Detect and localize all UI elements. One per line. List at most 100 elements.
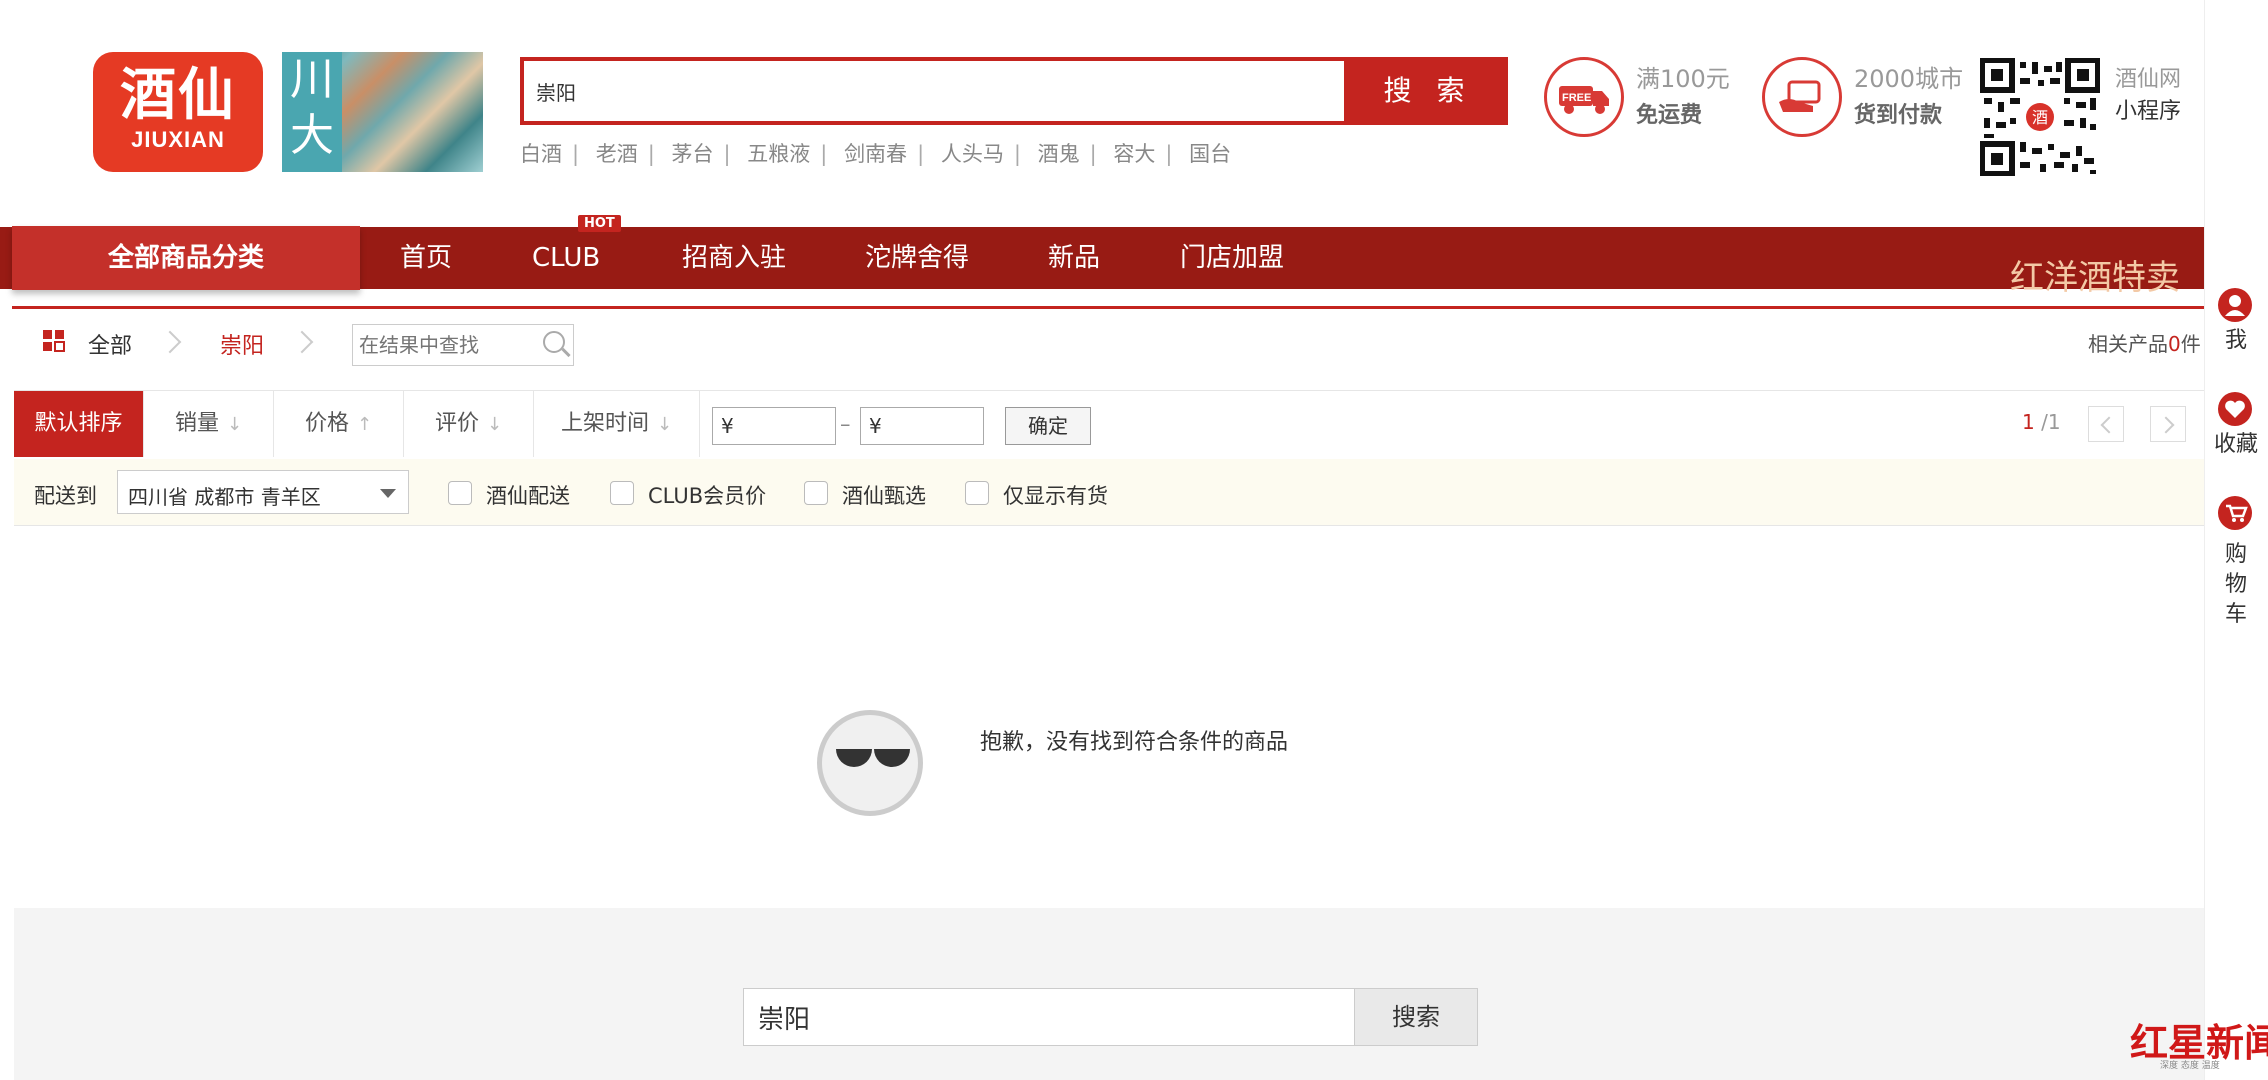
page-info: 1 /1 — [2022, 410, 2061, 434]
search-input[interactable] — [524, 61, 1344, 121]
checkbox-jiuxian-delivery[interactable] — [448, 481, 472, 505]
all-categories-button[interactable]: 全部商品分类 — [12, 226, 360, 290]
filter-results-input[interactable] — [353, 325, 531, 365]
arrow-down-icon: ↓ — [226, 414, 243, 435]
hot-word[interactable]: 白酒 — [520, 142, 562, 166]
price-min-input[interactable] — [739, 410, 833, 444]
related-suffix: 件 — [2180, 332, 2201, 356]
region-value: 四川省 成都市 青羊区 — [128, 485, 321, 509]
logo-cn: 酒仙 — [120, 62, 236, 128]
nav-promo-banner[interactable]: 红洋酒特卖 — [2010, 250, 2180, 299]
mini-program-label: 酒仙网 小程序 — [2115, 64, 2181, 128]
free-shipping-promo[interactable]: FREE 满100元 免运费 — [1544, 57, 1744, 141]
nav-tuopai[interactable]: 沱牌舍得 — [865, 227, 969, 289]
sort-rating[interactable]: 评价 ↓ — [404, 391, 534, 457]
sidebar-cart[interactable]: 购物车 — [2204, 540, 2268, 630]
hot-word[interactable]: 酒鬼 — [1038, 142, 1080, 166]
sort-listing-time[interactable]: 上架时间 ↓ — [534, 391, 700, 457]
truck-icon: FREE — [1544, 57, 1624, 137]
chevron-right-icon — [158, 330, 182, 354]
promo2-line1: 2000城市 — [1854, 65, 1964, 93]
chevron-right-icon — [2157, 416, 2175, 434]
related-count: 相关产品0件 — [2088, 328, 2201, 357]
price-max-field[interactable]: ¥ — [860, 407, 984, 445]
heart-icon[interactable] — [2218, 392, 2252, 426]
nav-home[interactable]: 首页 — [400, 227, 452, 289]
promo1-line1: 满100元 — [1636, 65, 1730, 93]
hot-word[interactable]: 人头马 — [941, 142, 1004, 166]
hot-word[interactable]: 老酒 — [596, 142, 638, 166]
page-current: 1 — [2022, 410, 2035, 434]
yuan-symbol: ¥ — [869, 414, 882, 438]
nav-merchant[interactable]: 招商入驻 — [682, 227, 786, 289]
ad-banner[interactable]: 川大 — [282, 52, 483, 172]
sort-sales-label: 销量 — [174, 411, 219, 436]
sort-price-label: 价格 — [304, 411, 349, 436]
qr-label-2: 小程序 — [2115, 99, 2182, 124]
promo1-line2: 免运费 — [1636, 103, 1703, 128]
search-field[interactable] — [520, 57, 1348, 125]
nav-franchise[interactable]: 门店加盟 — [1180, 227, 1284, 289]
grid-icon — [43, 330, 65, 352]
arrow-down-icon: ↓ — [656, 414, 673, 435]
sort-rating-label: 评价 — [434, 411, 479, 436]
price-confirm-button[interactable]: 确定 — [1005, 407, 1091, 445]
dropdown-arrow-icon — [380, 489, 396, 498]
logo-en: JIUXIAN — [131, 127, 225, 152]
sort-default[interactable]: 默认排序 — [14, 391, 144, 457]
search-icon[interactable] — [543, 331, 565, 353]
hot-word[interactable]: 五粮液 — [747, 142, 810, 166]
nav-club[interactable]: CLUB — [532, 227, 600, 289]
bottom-search-button[interactable]: 搜索 — [1354, 988, 1478, 1046]
hot-word[interactable]: 茅台 — [672, 142, 714, 166]
price-max-input[interactable] — [887, 410, 981, 444]
checkbox-label[interactable]: 酒仙配送 — [486, 480, 570, 510]
next-page-button[interactable] — [2150, 406, 2186, 442]
arrow-up-icon: ↑ — [356, 414, 373, 435]
breadcrumb-current[interactable]: 崇阳 — [220, 328, 264, 359]
price-min-field[interactable]: ¥ — [712, 407, 836, 445]
user-icon[interactable] — [2218, 288, 2252, 322]
checkbox-label[interactable]: CLUB会员价 — [648, 480, 766, 510]
chevron-left-icon — [2100, 416, 2118, 434]
cod-promo[interactable]: 2000城市 货到付款 — [1762, 57, 1964, 141]
sort-time-label: 上架时间 — [560, 411, 649, 436]
arrow-down-icon: ↓ — [486, 414, 503, 435]
search-button[interactable]: 搜 索 — [1348, 57, 1508, 125]
checkbox-club-price[interactable] — [610, 481, 634, 505]
sad-face-icon — [817, 710, 923, 816]
jiuxian-logo[interactable]: 酒仙 JIUXIAN — [93, 52, 263, 172]
sidebar-me[interactable]: 我 — [2204, 326, 2268, 356]
chevron-right-icon — [290, 330, 314, 354]
region-select[interactable]: 四川省 成都市 青羊区 — [117, 470, 409, 514]
banner-text: 川大 — [282, 52, 342, 172]
filter-results-field[interactable] — [352, 324, 574, 366]
checkbox-in-stock[interactable] — [965, 481, 989, 505]
checkbox-jiuxian-select[interactable] — [804, 481, 828, 505]
sort-price[interactable]: 价格 ↑ — [274, 391, 404, 457]
price-dash: – — [840, 412, 851, 436]
sidebar-favorites[interactable]: 收藏 — [2204, 430, 2268, 460]
deliver-to-label: 配送到 — [34, 484, 97, 508]
breadcrumb-all[interactable]: 全部 — [88, 328, 132, 359]
related-number: 0 — [2168, 332, 2181, 356]
checkbox-label[interactable]: 仅显示有货 — [1003, 480, 1108, 510]
watermark-sub: 深度 态度 温度 — [2160, 1061, 2220, 1071]
nav-new[interactable]: 新品 — [1048, 227, 1100, 289]
sort-sales[interactable]: 销量 ↓ — [144, 391, 274, 457]
hot-word[interactable]: 容大 — [1113, 142, 1155, 166]
hot-word[interactable]: 剑南春 — [844, 142, 907, 166]
card-hand-icon — [1762, 57, 1842, 137]
qr-badge: 酒 — [2032, 108, 2048, 127]
prev-page-button[interactable] — [2088, 406, 2124, 442]
hot-word[interactable]: 国台 — [1189, 142, 1231, 166]
divider — [12, 306, 2204, 309]
checkbox-label[interactable]: 酒仙甄选 — [842, 480, 926, 510]
bottom-search-input[interactable] — [744, 989, 1354, 1045]
no-results-message: 抱歉，没有找到符合条件的商品 — [980, 730, 1289, 755]
qr-code: 酒 — [1979, 57, 2101, 177]
related-prefix: 相关产品 — [2088, 332, 2168, 356]
bottom-search-field[interactable] — [743, 988, 1355, 1046]
free-badge: FREE — [1562, 92, 1591, 104]
cart-icon[interactable] — [2218, 496, 2252, 530]
